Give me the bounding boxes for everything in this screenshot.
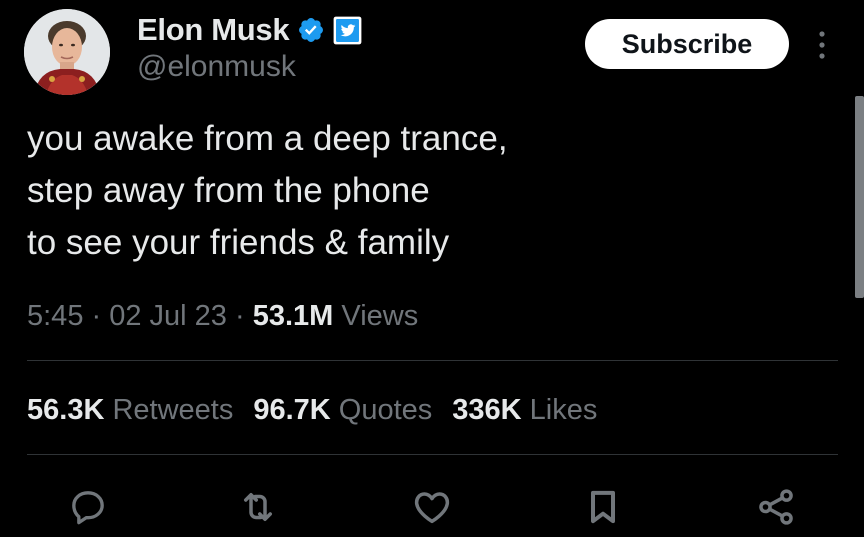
retweet-icon[interactable] <box>236 485 280 529</box>
more-vertical-icon[interactable] <box>810 28 834 62</box>
retweets-label: Retweets <box>104 394 234 426</box>
tweet-date[interactable]: 02 Jul 23 <box>109 300 227 332</box>
tweet-line: step away from the phone <box>27 171 430 210</box>
tweet-meta: 5:45 · 02 Jul 23 · 53.1M Views <box>27 296 418 336</box>
verified-badge-icon[interactable] <box>297 16 325 44</box>
tweet-line: you awake from a deep trance, <box>27 119 508 158</box>
divider <box>27 454 838 455</box>
reply-icon[interactable] <box>66 485 110 529</box>
author-handle[interactable]: @elonmusk <box>137 50 296 84</box>
meta-separator: · <box>226 300 253 332</box>
twitter-bird-badge-icon[interactable] <box>333 16 362 45</box>
meta-separator: · <box>83 300 110 332</box>
views-count[interactable]: 53.1M <box>253 300 334 332</box>
share-icon[interactable] <box>754 485 798 529</box>
quotes-stat[interactable]: 96.7K Quotes <box>253 390 432 430</box>
like-icon[interactable] <box>410 485 454 529</box>
engagement-stats: 56.3K Retweets 96.7K Quotes 336K Likes <box>27 390 617 430</box>
retweets-stat[interactable]: 56.3K Retweets <box>27 390 233 430</box>
quotes-label: Quotes <box>330 394 433 426</box>
tweet-text: you awake from a deep trance, step away … <box>27 113 817 269</box>
likes-label: Likes <box>521 394 598 426</box>
quotes-count: 96.7K <box>253 394 331 426</box>
divider <box>27 360 838 361</box>
tweet-line: to see your friends & family <box>27 223 450 262</box>
scrollbar[interactable] <box>855 96 864 298</box>
tweet-time[interactable]: 5:45 <box>27 300 83 332</box>
bookmark-icon[interactable] <box>581 485 625 529</box>
views-label[interactable]: Views <box>333 300 418 332</box>
likes-stat[interactable]: 336K Likes <box>452 390 597 430</box>
author-display-name[interactable]: Elon Musk <box>137 12 290 48</box>
retweets-count: 56.3K <box>27 394 105 426</box>
avatar[interactable] <box>24 9 110 95</box>
author-name-row: Elon Musk <box>137 10 362 50</box>
subscribe-button[interactable]: Subscribe <box>585 19 789 69</box>
likes-count: 336K <box>452 394 522 426</box>
